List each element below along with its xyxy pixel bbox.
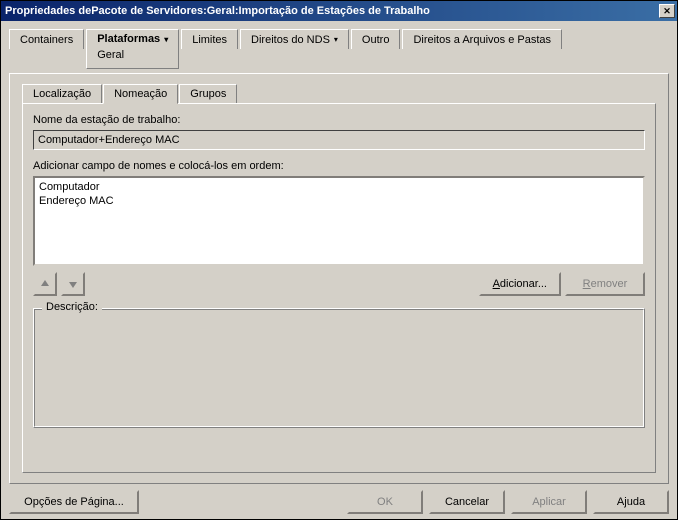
dialog-window: Propriedades dePacote de Servidores:Gera… <box>0 0 678 520</box>
bottom-button-bar: Opções de Página... OK Cancelar Aplicar … <box>9 484 669 514</box>
list-item[interactable]: Computador <box>37 180 641 194</box>
adicionar-campo-label: Adicionar campo de nomes e colocá-los em… <box>33 160 645 172</box>
move-down-button[interactable] <box>61 272 85 296</box>
list-button-row: Adicionar... Remover <box>33 272 645 296</box>
tab-outro[interactable]: Outro <box>351 29 401 49</box>
content-area: Containers Plataformas ▾ Geral Limites D… <box>1 21 677 519</box>
aplicar-button[interactable]: Aplicar <box>511 490 587 514</box>
tab-direitos-nds[interactable]: Direitos do NDS ▾ <box>240 29 349 49</box>
subtab-label: Geral <box>97 49 124 61</box>
nome-estacao-input[interactable] <box>33 130 645 150</box>
tab-label: Direitos do NDS <box>251 34 330 46</box>
tab-label: Direitos a Arquivos e Pastas <box>413 34 551 46</box>
list-item[interactable]: Endereço MAC <box>37 194 641 208</box>
tab-direitos-arquivos[interactable]: Direitos a Arquivos e Pastas <box>402 29 562 49</box>
tab-label: Limites <box>192 34 227 46</box>
arrow-up-icon <box>40 279 50 289</box>
main-panel: Localização Nomeação Grupos Nome da esta… <box>9 73 669 484</box>
tab-containers[interactable]: Containers <box>9 29 84 49</box>
tab-plataformas[interactable]: Plataformas ▾ Geral <box>86 29 179 69</box>
tab-label: Containers <box>20 34 73 46</box>
tab-label: Grupos <box>190 88 226 100</box>
inner-panel: Nome da estação de trabalho: Adicionar c… <box>22 103 656 473</box>
ok-button[interactable]: OK <box>347 490 423 514</box>
dropdown-icon: ▾ <box>164 35 168 44</box>
adicionar-button[interactable]: Adicionar... <box>479 272 561 296</box>
titlebar: Propriedades dePacote de Servidores:Gera… <box>1 1 677 21</box>
nome-estacao-label: Nome da estação de trabalho: <box>33 114 645 126</box>
tab-grupos[interactable]: Grupos <box>179 84 237 103</box>
close-button[interactable]: ✕ <box>659 4 675 18</box>
arrow-down-icon <box>68 279 78 289</box>
tab-label: Nomeação <box>114 88 167 100</box>
opcoes-pagina-button[interactable]: Opções de Página... <box>9 490 139 514</box>
tab-label: Outro <box>362 34 390 46</box>
descricao-legend: Descrição: <box>42 301 102 313</box>
ajuda-button[interactable]: Ajuda <box>593 490 669 514</box>
names-listbox[interactable]: Computador Endereço MAC <box>33 176 645 266</box>
cancelar-button[interactable]: Cancelar <box>429 490 505 514</box>
button-label-rest: dicionar... <box>500 278 547 290</box>
tab-label: Localização <box>33 88 91 100</box>
close-icon: ✕ <box>663 6 671 17</box>
tab-limites[interactable]: Limites <box>181 29 238 49</box>
tab-label: Plataformas <box>97 33 160 45</box>
top-tab-strip: Containers Plataformas ▾ Geral Limites D… <box>9 29 669 69</box>
tab-localizacao[interactable]: Localização <box>22 84 102 103</box>
descricao-fieldset: Descrição: <box>33 308 645 428</box>
descricao-area <box>34 309 644 427</box>
dropdown-icon: ▾ <box>334 35 338 44</box>
tab-nomeacao[interactable]: Nomeação <box>103 84 178 104</box>
remover-button[interactable]: Remover <box>565 272 645 296</box>
button-label-rest: emover <box>591 278 628 290</box>
inner-tab-strip: Localização Nomeação Grupos <box>22 84 656 103</box>
move-up-button[interactable] <box>33 272 57 296</box>
window-title: Propriedades dePacote de Servidores:Gera… <box>5 5 659 17</box>
